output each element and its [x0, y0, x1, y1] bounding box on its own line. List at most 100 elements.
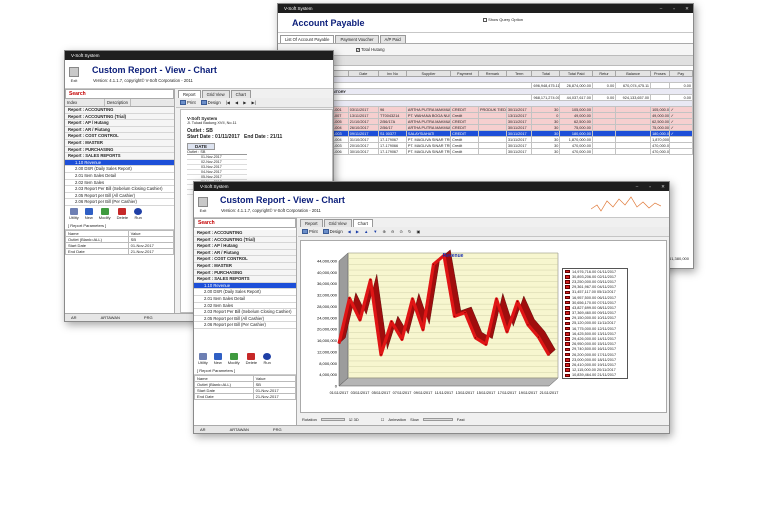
- back-tab-report[interactable]: Report: [178, 90, 201, 98]
- tool-button-delete[interactable]: Delete: [116, 207, 129, 220]
- front-print-button[interactable]: Print: [302, 229, 318, 234]
- back-print-button[interactable]: Print: [180, 100, 196, 105]
- tree-item[interactable]: Report : AR / Piutang: [194, 249, 296, 257]
- back-tab-grid[interactable]: Grid View: [201, 90, 230, 98]
- tree-item[interactable]: Report : COST CONTROL: [194, 256, 296, 263]
- param-value[interactable]: 21-Nov-2017: [127, 247, 175, 255]
- zoom-fit-icon[interactable]: ⊙: [399, 229, 403, 234]
- tool-button-modify[interactable]: Modify: [228, 352, 240, 365]
- param-value[interactable]: 21-Nov-2017: [252, 392, 297, 400]
- tree-item[interactable]: 2.00 DSR (Daily Sales Report): [194, 289, 296, 296]
- tab-payment-voucher[interactable]: Payment Voucher: [335, 35, 379, 43]
- tab-list-ap[interactable]: List Of Account Payable: [280, 35, 335, 43]
- tree-item[interactable]: Report : PURCHASING: [65, 146, 174, 154]
- tool-button-utility[interactable]: Utility: [198, 352, 208, 365]
- tool-button-new[interactable]: New: [84, 207, 93, 220]
- tree-item[interactable]: 2.06 Report per Bill (Per Cashier): [194, 322, 296, 329]
- front-maximize-icon[interactable]: ▫: [646, 182, 654, 191]
- modify-icon: [229, 352, 238, 360]
- show-query-checkbox[interactable]: Show Query Option: [483, 17, 523, 22]
- tool-button-modify[interactable]: Modify: [99, 207, 111, 220]
- tree-item[interactable]: Report : SALES REPORTS: [194, 276, 296, 283]
- arrow-up-icon[interactable]: ▲: [364, 229, 368, 234]
- tree-item[interactable]: Report : MASTER: [65, 139, 174, 147]
- tree-item[interactable]: Report : ACCOUNTING: [194, 230, 296, 237]
- back-exit-button[interactable]: Exit: [69, 67, 79, 83]
- arrow-left-icon[interactable]: ◀: [348, 229, 351, 234]
- front-toolbar: Print Design ◀ ▶ ▲ ▼ ⊕ ⊖ ⊙ ↻ ▣: [298, 227, 669, 237]
- nav-last-icon[interactable]: ▶|: [251, 100, 255, 105]
- chart-point: [548, 354, 550, 356]
- tree-item[interactable]: 1.10 Revenue: [194, 282, 296, 290]
- maximize-icon[interactable]: ▫: [670, 4, 678, 13]
- legend-swatch: [565, 269, 570, 274]
- front-minimize-icon[interactable]: –: [633, 182, 641, 191]
- front-search-box[interactable]: Search: [194, 218, 296, 228]
- ap-cell[interactable]: [668, 148, 693, 155]
- arrow-down-icon[interactable]: ▼: [373, 229, 377, 234]
- tool-button-run[interactable]: Run: [263, 352, 272, 365]
- tree-item[interactable]: Report : ACCOUNTING (Trial): [65, 113, 174, 121]
- front-header: Exit Custom Report - View - Chart Versio…: [194, 191, 669, 218]
- animation-checkbox[interactable]: ☐: [381, 417, 385, 422]
- tree-item[interactable]: 2.03 Report Per Bill (Sebelum Closing Ca…: [194, 309, 296, 316]
- tab-ap-paid[interactable]: A/P Paid: [379, 35, 406, 43]
- front-close-icon[interactable]: ✕: [659, 182, 667, 191]
- chart-point: [338, 342, 340, 345]
- front-design-button[interactable]: Design: [322, 229, 343, 234]
- zoom-in-icon[interactable]: ⊕: [382, 229, 386, 234]
- tree-item[interactable]: 2.01 Item Sales Detail: [194, 295, 296, 303]
- tool-button-delete[interactable]: Delete: [246, 352, 257, 365]
- tree-item[interactable]: 2.02 Item Sales: [194, 302, 296, 310]
- tree-item[interactable]: 2.06 Report per Bill (Per Cashier): [65, 199, 174, 206]
- tree-item[interactable]: Report : SALES REPORTS: [65, 153, 174, 160]
- tool-label: New: [213, 359, 222, 365]
- tree-item[interactable]: Report : COST CONTROL: [65, 133, 174, 140]
- front-tab-chart[interactable]: Chart: [352, 219, 373, 227]
- ap-grid: DatePurch NoDateInv NoSupplierPaymentRem…: [278, 70, 693, 155]
- front-exit-button[interactable]: Exit: [198, 197, 208, 213]
- copy-icon[interactable]: ▣: [417, 229, 421, 234]
- chart-point: [453, 315, 456, 317]
- tree-item[interactable]: Report : PURCHASING: [194, 269, 296, 277]
- front-tab-report[interactable]: Report: [300, 219, 323, 227]
- total-hutang-checkbox[interactable]: ✓: [356, 47, 360, 52]
- back-search-box[interactable]: Search: [65, 89, 174, 99]
- ap-cell: 17-179067: [378, 148, 407, 155]
- tree-item[interactable]: 2.00 DSR (Daily Sales Report): [65, 166, 174, 173]
- tree-item[interactable]: 1.10 Revenue: [65, 159, 174, 167]
- rotate-icon[interactable]: ↻: [408, 229, 412, 234]
- tool-button-run[interactable]: Run: [134, 207, 143, 220]
- tree-item[interactable]: Report : MASTER: [194, 262, 296, 270]
- tool-button-utility[interactable]: Utility: [69, 207, 79, 220]
- speed-slider[interactable]: [422, 417, 453, 421]
- tree-item[interactable]: 2.05 Report per Bill (All Cashier): [194, 315, 296, 323]
- close-icon[interactable]: ✕: [683, 4, 691, 13]
- tree-item[interactable]: Report : ACCOUNTING: [65, 107, 174, 114]
- tree-item[interactable]: 2.02 Item Sales: [65, 179, 174, 187]
- nav-first-icon[interactable]: |◀: [226, 100, 230, 105]
- 3d-checkbox[interactable]: ☑ 3D: [349, 417, 359, 422]
- nav-next-icon[interactable]: ▶: [243, 100, 246, 105]
- rotation-slider[interactable]: [320, 417, 345, 421]
- back-design-button[interactable]: Design: [200, 100, 221, 105]
- zoom-out-icon[interactable]: ⊖: [391, 229, 395, 234]
- x-tick-label: 13/11/2017: [456, 391, 475, 395]
- tree-item[interactable]: Report : ACCOUNTING (Trial): [194, 236, 296, 244]
- front-tab-grid[interactable]: Grid View: [323, 219, 352, 227]
- nav-prev-icon[interactable]: ◀: [235, 100, 238, 105]
- tree-item[interactable]: Report : AP / Hutang: [65, 120, 174, 127]
- tool-label: Delete: [116, 214, 129, 220]
- tree-item[interactable]: Report : AR / Piutang: [65, 126, 174, 134]
- tree-item[interactable]: 2.05 Report per Bill (All Cashier): [65, 192, 174, 200]
- tree-item[interactable]: 2.01 Item Sales Detail: [65, 172, 174, 180]
- chart-point: [411, 298, 414, 300]
- minimize-icon[interactable]: –: [657, 4, 665, 13]
- tree-item[interactable]: 2.03 Report Per Bill (Sebelum Closing Ca…: [65, 186, 174, 193]
- ap-table-row[interactable]: SBRC-SBPR-171107-00630/10/201717-179067P…: [278, 148, 693, 155]
- arrow-right-icon[interactable]: ▶: [356, 229, 359, 234]
- tool-button-new[interactable]: New: [213, 352, 222, 365]
- back-tab-chart[interactable]: Chart: [230, 90, 251, 98]
- front-params-title: [ Report Parameters ]: [194, 367, 296, 375]
- tree-item[interactable]: Report : AP / Hutang: [194, 243, 296, 250]
